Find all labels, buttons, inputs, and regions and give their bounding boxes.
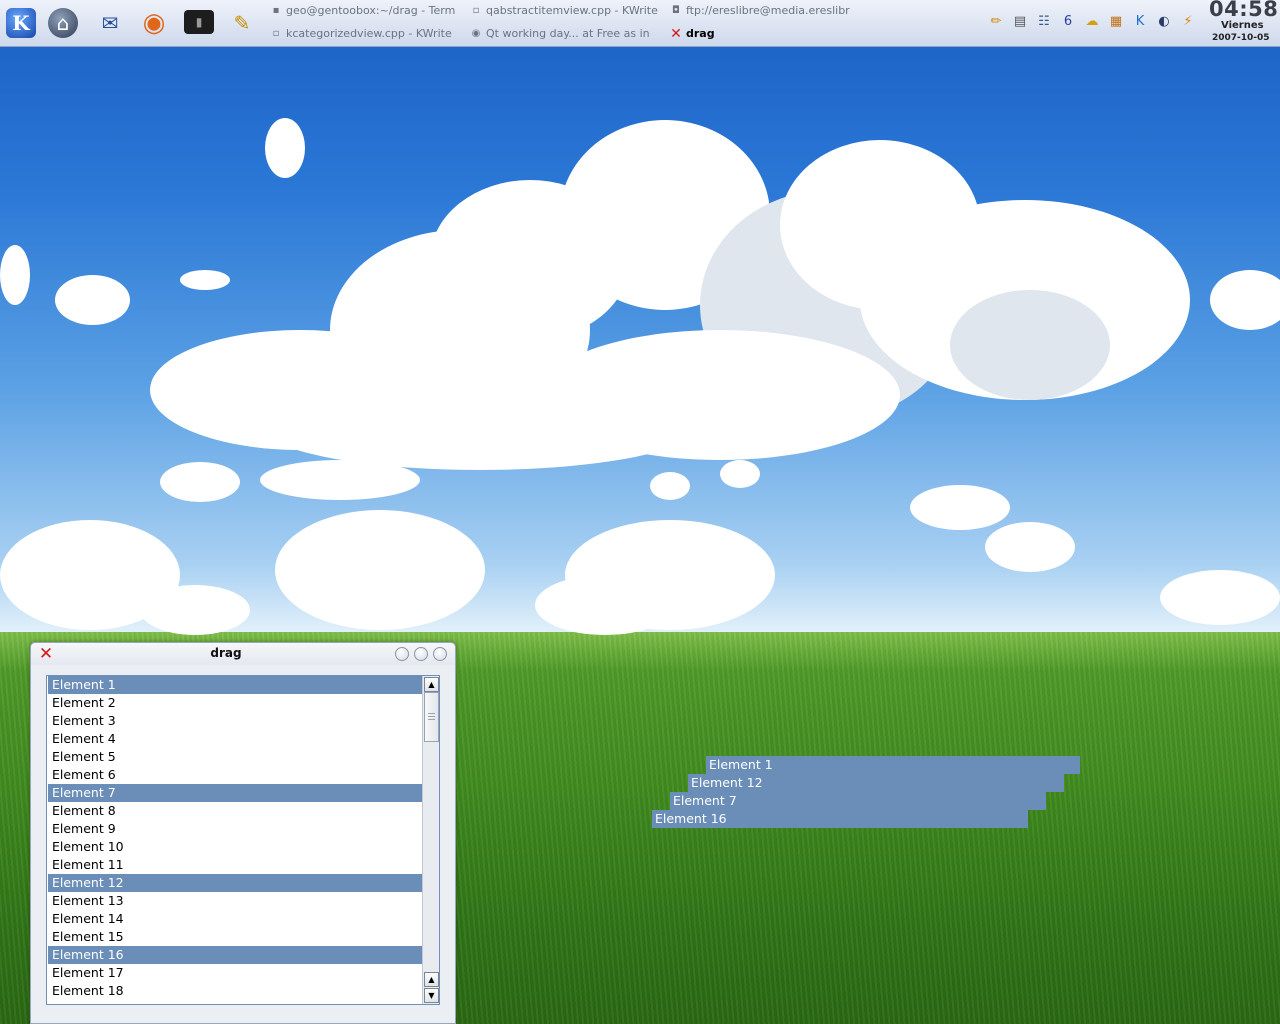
taskbar: K ⌂ ✉ ◉ ▮ ✎ ▪ geo@gentoobox:~/drag - Term ▫ qabs…: [0, 0, 1280, 47]
task-button[interactable]: ◉ Qt working day... at Free as in: [470, 25, 662, 43]
list-item[interactable]: Element 4: [48, 730, 424, 748]
drag-window: ✕ drag Element 1 Element 2 Element 3 Elemen…: [30, 642, 456, 1024]
list-item[interactable]: Element 14: [48, 910, 424, 928]
list-item[interactable]: Element 17: [48, 964, 424, 982]
task-label: qabstractitemview.cpp - KWrite: [486, 4, 658, 17]
task-label: Qt working day... at Free as in: [486, 27, 650, 40]
terminal-icon[interactable]: ▮: [184, 10, 214, 34]
scroll-thumb[interactable]: [424, 692, 439, 742]
list-item[interactable]: Element 11: [48, 856, 424, 874]
firefox-icon: ◉: [471, 28, 481, 39]
list-item[interactable]: Element 3: [48, 712, 424, 730]
close-button[interactable]: [433, 647, 447, 661]
list-item[interactable]: Element 13: [48, 892, 424, 910]
home-icon[interactable]: ⌂: [48, 8, 78, 38]
calendar-mail-icon[interactable]: ✉: [92, 5, 128, 41]
list-item[interactable]: Element 15: [48, 928, 424, 946]
ftp-icon: ◘: [672, 5, 680, 16]
element-list: Element 1 Element 2 Element 3 Element 4 Elem…: [48, 676, 424, 1000]
list-item[interactable]: Element 2: [48, 694, 424, 712]
vertical-scrollbar[interactable]: ▲ ▲ ▼: [422, 676, 439, 1004]
kwrite-icon: ▫: [272, 28, 280, 39]
list-item[interactable]: Element 5: [48, 748, 424, 766]
maximize-button[interactable]: [414, 647, 428, 661]
scroll-down-arrow-icon[interactable]: ▼: [424, 988, 439, 1003]
clipboard-icon[interactable]: ▤: [1010, 12, 1030, 32]
list-item[interactable]: Element 16: [48, 946, 424, 964]
task-label: ftp://ereslibre@media.ereslibr: [686, 4, 850, 17]
contacts-icon[interactable]: ☷: [1034, 12, 1054, 32]
task-label: geo@gentoobox:~/drag - Term: [286, 4, 456, 17]
task-button[interactable]: ✕ drag: [670, 25, 862, 43]
kde-logo-icon[interactable]: K: [6, 8, 36, 38]
task-button[interactable]: ▪ geo@gentoobox:~/drag - Term: [270, 2, 462, 20]
scroll-up-arrow-icon[interactable]: ▲: [424, 972, 439, 987]
list-item[interactable]: Element 12: [48, 874, 424, 892]
help-button[interactable]: [395, 647, 409, 661]
drag-ghost-item: Element 7: [670, 792, 1046, 810]
drag-ghost-item: Element 16: [652, 810, 1028, 828]
x11-icon: ✕: [670, 26, 682, 42]
scroll-up-arrow-icon[interactable]: ▲: [424, 677, 439, 692]
task-label: kcategorizedview.cpp - KWrite: [286, 27, 452, 40]
clock-time: 04:58: [1209, 0, 1279, 21]
package-icon[interactable]: ▦: [1106, 12, 1126, 32]
drag-ghost-item: Element 1: [706, 756, 1080, 774]
window-titlebar[interactable]: ✕ drag: [31, 643, 455, 665]
network-icon[interactable]: ☁: [1082, 12, 1102, 32]
task-button[interactable]: ◘ ftp://ereslibre@media.ereslibr: [670, 2, 862, 20]
task-button[interactable]: ▫ qabstractitemview.cpp - KWrite: [470, 2, 662, 20]
list-item[interactable]: Element 6: [48, 766, 424, 784]
list-item[interactable]: Element 8: [48, 802, 424, 820]
weather-icon[interactable]: ⚡: [1178, 12, 1198, 32]
task-button[interactable]: ▫ kcategorizedview.cpp - KWrite: [270, 25, 462, 43]
list-item[interactable]: Element 7: [48, 784, 424, 802]
pencil-icon[interactable]: ✏: [986, 12, 1006, 32]
firefox-icon[interactable]: ◉: [136, 5, 172, 41]
terminal-icon: ▪: [272, 5, 280, 16]
list-item[interactable]: Element 10: [48, 838, 424, 856]
clock-date: 2007-10-05: [1212, 33, 1270, 43]
clock-day: Viernes: [1221, 20, 1264, 31]
list-item[interactable]: Element 9: [48, 820, 424, 838]
text-editor-icon[interactable]: ✎: [224, 5, 260, 41]
media-icon[interactable]: ◐: [1154, 12, 1174, 32]
kwrite-icon: ▫: [472, 5, 480, 16]
grip-icon: [428, 713, 435, 721]
element-list-view[interactable]: Element 1 Element 2 Element 3 Element 4 Elem…: [46, 675, 440, 1005]
list-item[interactable]: Element 18: [48, 982, 424, 1000]
drag-ghost-item: Element 12: [688, 774, 1064, 792]
kde-app-icon[interactable]: K: [1130, 12, 1150, 32]
drag-preview: Element 1 Element 12 Element 7 Element 16: [652, 756, 1082, 830]
window-title: drag: [210, 646, 242, 660]
list-item[interactable]: Element 1: [48, 676, 424, 694]
desktop-switch-icon[interactable]: 6: [1058, 12, 1078, 32]
task-label: drag: [686, 27, 715, 40]
